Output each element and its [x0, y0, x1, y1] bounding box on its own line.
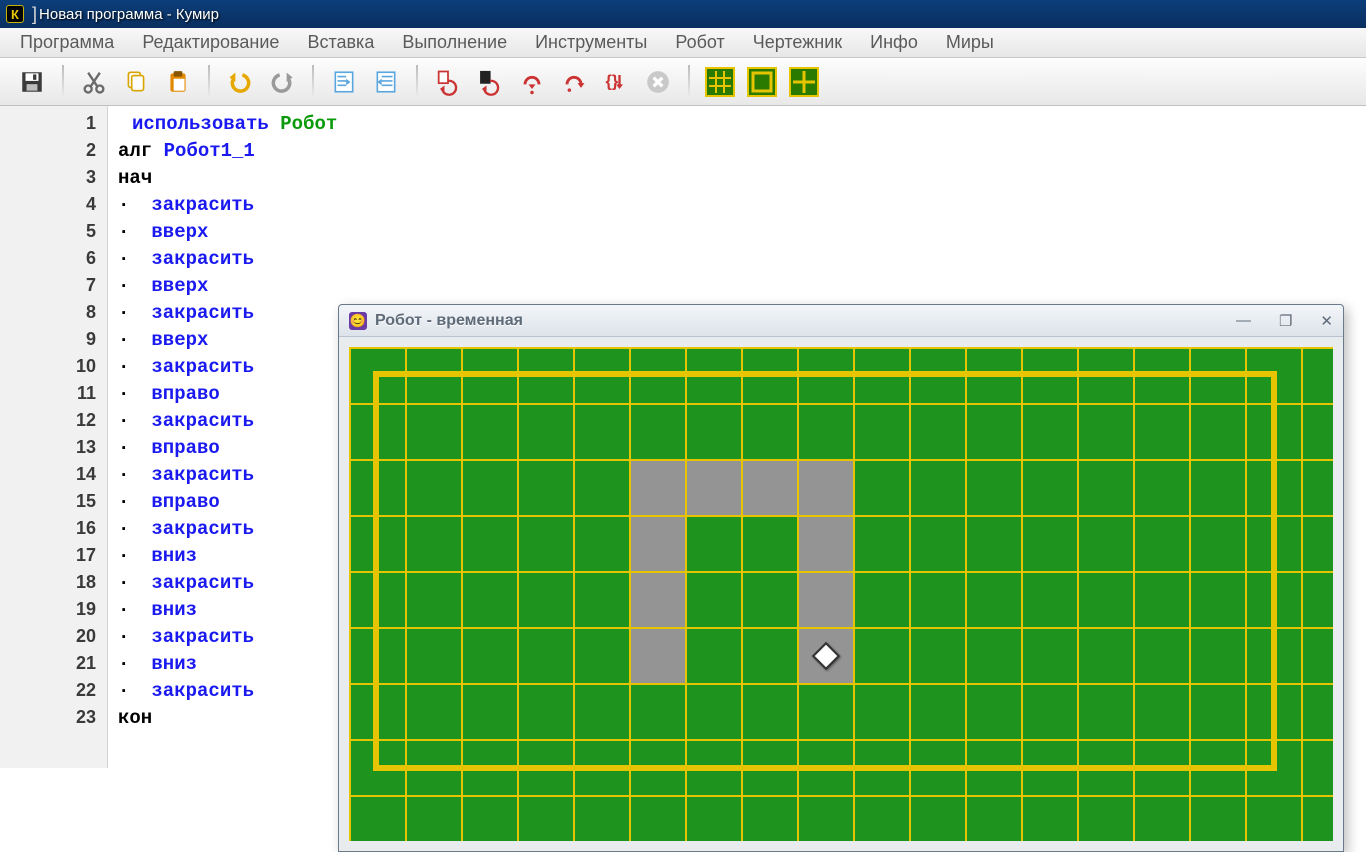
- painted-cell: [631, 517, 685, 571]
- code-line[interactable]: 1использовать Робот: [0, 110, 1366, 137]
- line-number: 17: [0, 545, 108, 566]
- window-titlebar: К ] Новая программа - Кумир: [0, 0, 1366, 28]
- line-number: 15: [0, 491, 108, 512]
- line-number: 8: [0, 302, 108, 323]
- robot-marker: [799, 629, 853, 683]
- code-line[interactable]: 4·закрасить: [0, 191, 1366, 218]
- code-text: ·закрасить: [108, 248, 1366, 270]
- code-text: нач: [108, 167, 1366, 189]
- line-number: 16: [0, 518, 108, 539]
- code-text: ·вверх: [108, 275, 1366, 297]
- painted-cell: [799, 573, 853, 627]
- line-number: 23: [0, 707, 108, 728]
- cut-button[interactable]: [76, 64, 112, 100]
- robot-window-controls: — ❐ ✕: [1236, 312, 1333, 330]
- line-number: 12: [0, 410, 108, 431]
- window-title: Новая программа - Кумир: [39, 6, 219, 23]
- line-number: 22: [0, 680, 108, 701]
- line-number: 9: [0, 329, 108, 350]
- menu-item[interactable]: Инфо: [870, 32, 918, 53]
- step-out-button[interactable]: {}: [598, 64, 634, 100]
- line-number: 5: [0, 221, 108, 242]
- code-text: использовать Робот: [108, 113, 1366, 135]
- line-number: 3: [0, 167, 108, 188]
- toolbar-separator: [312, 65, 314, 99]
- line-number: 7: [0, 275, 108, 296]
- code-line[interactable]: 3нач: [0, 164, 1366, 191]
- menu-item[interactable]: Чертежник: [753, 32, 842, 53]
- painted-cell: [631, 629, 685, 683]
- painted-cell: [799, 517, 853, 571]
- square-outline-icon: [747, 67, 777, 97]
- painted-cell: [743, 461, 797, 515]
- indent-in-button[interactable]: [326, 64, 362, 100]
- maximize-button[interactable]: ❐: [1279, 312, 1292, 330]
- code-line[interactable]: 2алг Робот1_1: [0, 137, 1366, 164]
- menu-item[interactable]: Вставка: [307, 32, 374, 53]
- code-editor[interactable]: 1использовать Робот2алг Робот1_13нач4·за…: [0, 106, 1366, 768]
- toolbar: {}: [0, 58, 1366, 106]
- menu-item[interactable]: Редактирование: [142, 32, 279, 53]
- menu-item[interactable]: Инструменты: [535, 32, 647, 53]
- line-number: 21: [0, 653, 108, 674]
- robot-grid[interactable]: [349, 347, 1333, 841]
- grid-icon: [705, 67, 735, 97]
- painted-cell: [687, 461, 741, 515]
- menu-item[interactable]: Выполнение: [402, 32, 507, 53]
- stop-button[interactable]: [640, 64, 676, 100]
- painted-cell: [631, 573, 685, 627]
- line-number: 14: [0, 464, 108, 485]
- line-number: 18: [0, 572, 108, 593]
- robot-wall-button[interactable]: [744, 64, 780, 100]
- code-line[interactable]: 5·вверх: [0, 218, 1366, 245]
- painted-cell: [799, 461, 853, 515]
- robot-window-title: Робот - временная: [375, 312, 523, 330]
- svg-text:{}: {}: [606, 72, 619, 90]
- line-number: 10: [0, 356, 108, 377]
- line-number: 6: [0, 248, 108, 269]
- undo-button[interactable]: [222, 64, 258, 100]
- line-number: 20: [0, 626, 108, 647]
- line-number: 4: [0, 194, 108, 215]
- menu-bar: Программа Редактирование Вставка Выполнение…: [0, 28, 1366, 58]
- cross-icon: [789, 67, 819, 97]
- code-line[interactable]: 6·закрасить: [0, 245, 1366, 272]
- step-over-button[interactable]: [556, 64, 592, 100]
- step-into-button[interactable]: [514, 64, 550, 100]
- robot-field-window[interactable]: 😊 Робот - временная — ❐ ✕: [338, 304, 1344, 852]
- robot-grid-button[interactable]: [702, 64, 738, 100]
- code-line[interactable]: 7·вверх: [0, 272, 1366, 299]
- menu-item[interactable]: Робот: [675, 32, 724, 53]
- robot-window-titlebar[interactable]: 😊 Робот - временная — ❐ ✕: [339, 305, 1343, 337]
- app-icon: К: [6, 5, 24, 23]
- copy-button[interactable]: [118, 64, 154, 100]
- code-text: алг Робот1_1: [108, 140, 1366, 162]
- indent-out-button[interactable]: [368, 64, 404, 100]
- toolbar-separator: [62, 65, 64, 99]
- robot-field-border: [373, 371, 1277, 771]
- save-button[interactable]: [14, 64, 50, 100]
- robot-window-icon: 😊: [349, 312, 367, 330]
- line-number: 1: [0, 113, 108, 134]
- toolbar-separator: [416, 65, 418, 99]
- menu-item[interactable]: Миры: [946, 32, 994, 53]
- toolbar-separator: [688, 65, 690, 99]
- minimize-button[interactable]: —: [1236, 312, 1251, 330]
- line-number: 11: [0, 383, 108, 404]
- line-number: 19: [0, 599, 108, 620]
- run-to-cursor-button[interactable]: [472, 64, 508, 100]
- code-text: ·вверх: [108, 221, 1366, 243]
- painted-cell: [631, 461, 685, 515]
- title-bracket: ]: [32, 4, 37, 25]
- line-number: 13: [0, 437, 108, 458]
- robot-cross-button[interactable]: [786, 64, 822, 100]
- paste-button[interactable]: [160, 64, 196, 100]
- toolbar-separator: [208, 65, 210, 99]
- run-step-button[interactable]: [430, 64, 466, 100]
- code-text: ·закрасить: [108, 194, 1366, 216]
- menu-item[interactable]: Программа: [20, 32, 114, 53]
- close-button[interactable]: ✕: [1320, 312, 1333, 330]
- redo-button[interactable]: [264, 64, 300, 100]
- line-number: 2: [0, 140, 108, 161]
